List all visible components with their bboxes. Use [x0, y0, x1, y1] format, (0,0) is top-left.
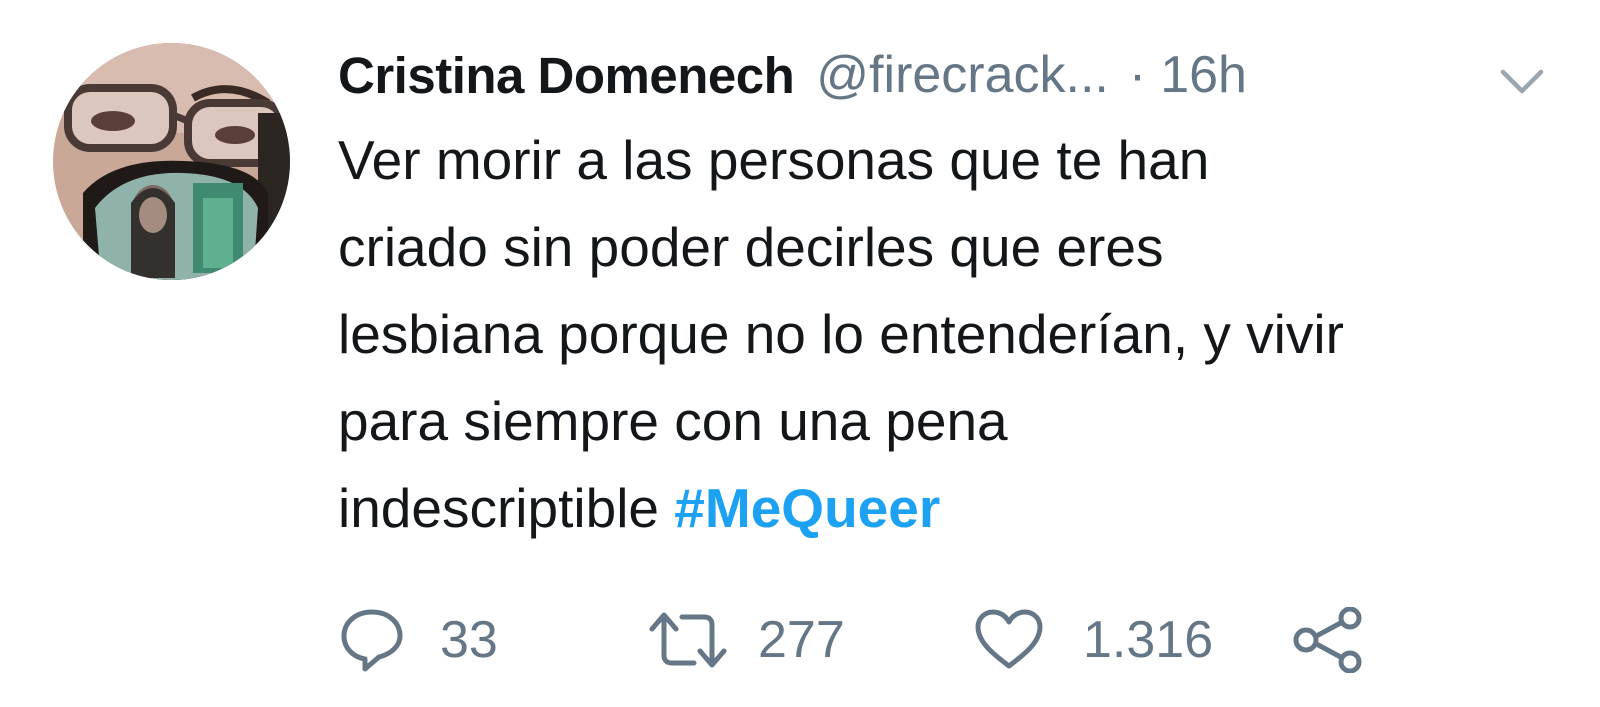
tweet-text: Ver morir a las personas que te han cria… — [338, 117, 1568, 552]
retweet-count: 277 — [758, 611, 845, 669]
tweet-text-line-last: indescriptible — [338, 477, 660, 539]
heart-icon — [975, 609, 1043, 669]
retweet-icon — [649, 612, 727, 668]
tweet-header: Cristina Domenech @firecrack... · 16h — [338, 40, 1247, 110]
share-icon — [1293, 607, 1362, 673]
retweet-button[interactable]: 277 — [648, 600, 845, 680]
reply-button[interactable]: 33 — [338, 600, 498, 680]
chevron-down-icon — [1500, 69, 1544, 94]
tweet-text-line: para siempre con una pena — [338, 390, 1008, 452]
tweet-text-line: Ver morir a las personas que te han — [338, 129, 1210, 191]
more-options-button[interactable] — [1497, 64, 1547, 98]
reply-icon — [341, 609, 403, 672]
author-handle[interactable]: @firecrack... — [816, 45, 1109, 105]
avatar[interactable] — [53, 43, 290, 280]
author-name[interactable]: Cristina Domenech — [338, 46, 795, 105]
tweet-text-line: lesbiana porque no lo entenderían, y viv… — [338, 303, 1344, 365]
avatar-photo — [53, 43, 290, 280]
reply-count: 33 — [440, 611, 498, 669]
like-count: 1.316 — [1083, 611, 1214, 669]
tweet-text-line: criado sin poder decirles que eres — [338, 216, 1164, 278]
hashtag-link[interactable]: #MeQueer — [674, 477, 940, 539]
separator-dot: · — [1128, 46, 1147, 104]
timestamp[interactable]: 16h — [1160, 45, 1247, 105]
tweet-actions: 33 277 1.316 — [0, 600, 1600, 680]
tweet-text-line: indescriptible #MeQueer — [338, 465, 1568, 552]
tweet: Cristina Domenech @firecrack... · 16h Ve… — [0, 0, 1600, 707]
share-button[interactable] — [1292, 600, 1364, 680]
like-button[interactable]: 1.316 — [973, 600, 1213, 680]
